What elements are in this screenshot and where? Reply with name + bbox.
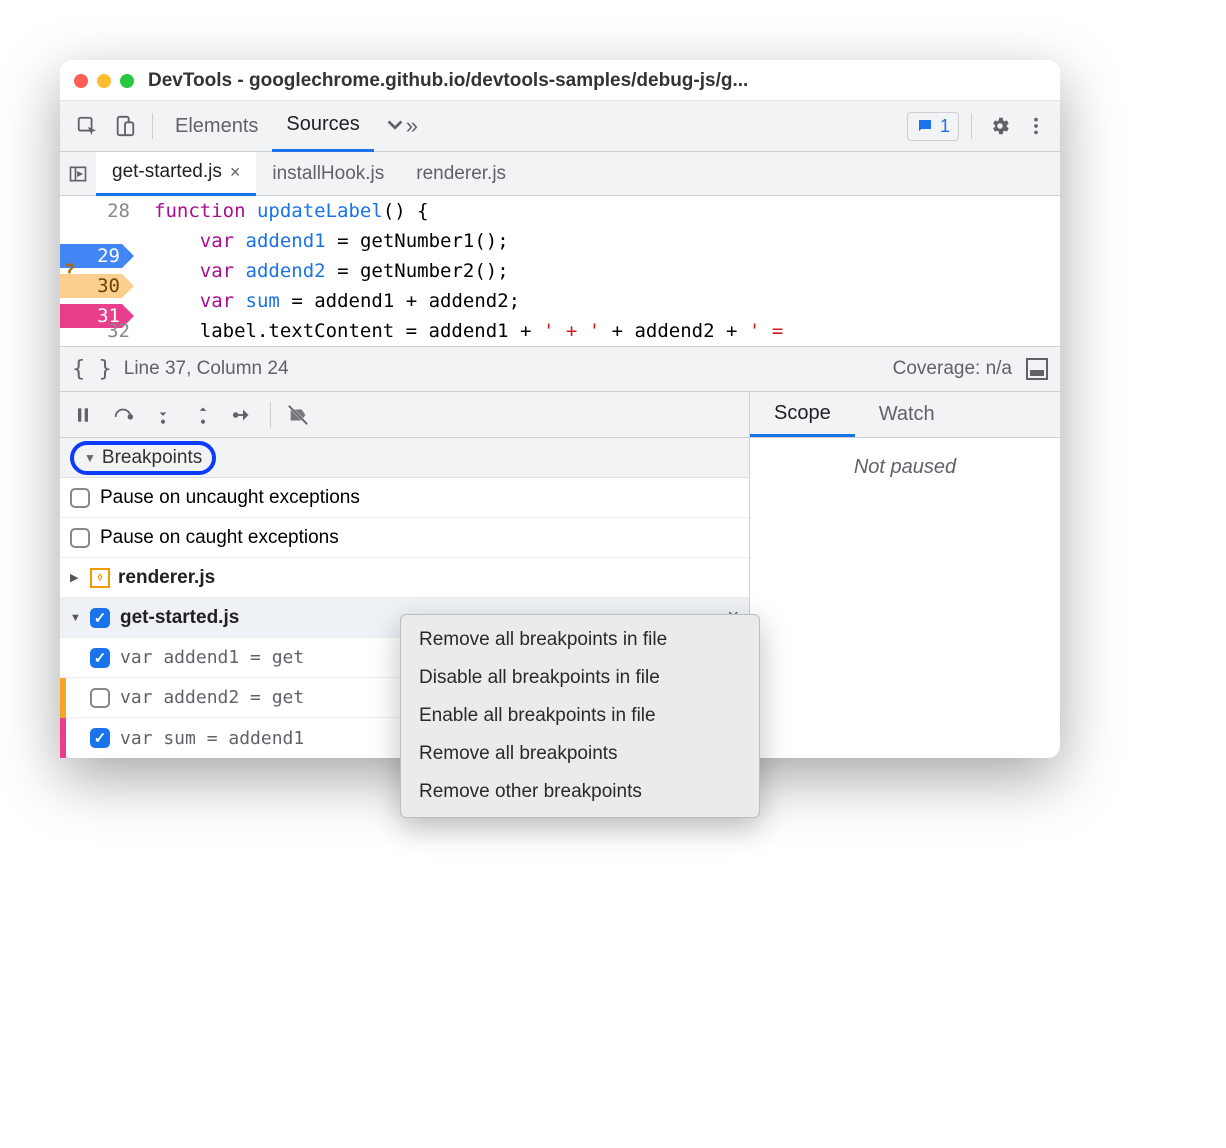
file-tab-label: renderer.js: [416, 163, 506, 185]
file-tab-renderer[interactable]: renderer.js: [400, 152, 522, 196]
cursor-position: Line 37, Column 24: [124, 358, 289, 380]
checkbox[interactable]: [90, 688, 110, 708]
close-tab-icon[interactable]: ×: [230, 162, 241, 183]
debugger-right-panel: Scope Watch Not paused: [750, 392, 1060, 758]
coverage-toggle-icon[interactable]: [1026, 358, 1048, 380]
step-into-icon[interactable]: [144, 396, 182, 434]
checkbox[interactable]: [90, 608, 110, 628]
toolbar-divider: [270, 402, 271, 428]
minimize-window-button[interactable]: [97, 74, 111, 88]
tab-scope[interactable]: Scope: [750, 392, 855, 437]
pause-uncaught-row[interactable]: Pause on uncaught exceptions: [60, 478, 749, 518]
deactivate-breakpoints-icon[interactable]: [279, 396, 317, 434]
debugger-left-panel: ▼ Breakpoints Pause on uncaught exceptio…: [60, 392, 750, 758]
code-editor[interactable]: 28 function updateLabel() { 29 var adden…: [60, 196, 1060, 346]
window-title: DevTools - googlechrome.github.io/devtoo…: [148, 70, 748, 92]
breakpoint-code-snippet: var sum = addend1: [120, 728, 304, 749]
ctx-remove-all[interactable]: Remove all breakpoints: [401, 735, 759, 773]
pause-uncaught-label: Pause on uncaught exceptions: [100, 487, 360, 509]
chevron-down-icon: ▼: [84, 451, 96, 465]
breakpoints-title: Breakpoints: [102, 447, 202, 469]
zoom-window-button[interactable]: [120, 74, 134, 88]
devtools-window: DevTools - googlechrome.github.io/devtoo…: [60, 60, 1060, 758]
step-icon[interactable]: [224, 396, 262, 434]
pretty-print-icon[interactable]: { }: [72, 357, 112, 382]
code-line: var addend1 = getNumber1();: [144, 226, 509, 256]
breakpoint-file-row[interactable]: ▶ ⬨ renderer.js: [60, 558, 749, 598]
not-paused-message: Not paused: [750, 438, 1060, 497]
device-toggle-icon[interactable]: [110, 111, 140, 141]
breakpoint-file-name: renderer.js: [118, 567, 215, 589]
titlebar: DevTools - googlechrome.github.io/devtoo…: [60, 60, 1060, 100]
close-window-button[interactable]: [74, 74, 88, 88]
code-line: label.textContent = addend1 + ' + ' + ad…: [144, 316, 783, 346]
editor-statusbar: { } Line 37, Column 24 Coverage: n/a: [60, 346, 1060, 392]
main-toolbar: Elements Sources » 1: [60, 100, 1060, 152]
breakpoints-highlight: ▼ Breakpoints: [70, 441, 216, 475]
checkbox[interactable]: [90, 648, 110, 668]
breakpoints-section-header[interactable]: ▼ Breakpoints: [60, 438, 749, 478]
more-tabs-button[interactable]: »: [374, 100, 428, 152]
pause-caught-row[interactable]: Pause on caught exceptions: [60, 518, 749, 558]
file-tab-installhook[interactable]: installHook.js: [256, 152, 400, 196]
settings-icon[interactable]: [984, 110, 1016, 142]
code-line: var addend2 = getNumber2();: [144, 256, 509, 286]
feedback-count: 1: [940, 116, 950, 137]
breakpoints-context-menu: Remove all breakpoints in file Disable a…: [400, 614, 760, 818]
line-number[interactable]: 32: [107, 316, 130, 346]
file-tab-get-started[interactable]: get-started.js ×: [96, 152, 256, 196]
checkbox[interactable]: [70, 528, 90, 548]
breakpoint-color-marker: [60, 718, 66, 758]
file-tab-label: get-started.js: [112, 161, 222, 183]
ctx-disable-all-file[interactable]: Disable all breakpoints in file: [401, 659, 759, 697]
traffic-lights: [74, 74, 134, 88]
right-panel-tabs: Scope Watch: [750, 392, 1060, 438]
code-line: var sum = addend1 + addend2;: [144, 286, 520, 316]
tab-watch[interactable]: Watch: [855, 392, 959, 437]
coverage-label: Coverage: n/a: [893, 358, 1012, 380]
ctx-remove-all-file[interactable]: Remove all breakpoints in file: [401, 621, 759, 659]
feedback-button[interactable]: 1: [907, 112, 959, 141]
checkbox[interactable]: [70, 488, 90, 508]
js-file-icon: ⬨: [90, 568, 110, 588]
tab-sources[interactable]: Sources: [272, 100, 373, 152]
breakpoint-file-name: get-started.js: [120, 607, 239, 629]
file-tab-bar: get-started.js × installHook.js renderer…: [60, 152, 1060, 196]
breakpoint-color-marker: [60, 678, 66, 718]
tab-elements[interactable]: Elements: [161, 100, 272, 152]
breakpoint-code-snippet: var addend2 = get: [120, 687, 304, 708]
pause-icon[interactable]: [64, 396, 102, 434]
step-over-icon[interactable]: [104, 396, 142, 434]
chevron-right-icon: ▶: [70, 571, 86, 584]
checkbox[interactable]: [90, 728, 110, 748]
breakpoint-color-marker: [78, 638, 84, 678]
kebab-menu-icon[interactable]: [1020, 110, 1052, 142]
toolbar-divider: [152, 113, 153, 139]
ctx-remove-other[interactable]: Remove other breakpoints: [401, 773, 759, 811]
pause-caught-label: Pause on caught exceptions: [100, 527, 339, 549]
line-number[interactable]: 28: [107, 196, 130, 226]
code-line: function updateLabel() {: [144, 196, 429, 226]
navigator-toggle-icon[interactable]: [60, 164, 96, 184]
inspect-element-icon[interactable]: [72, 111, 102, 141]
step-out-icon[interactable]: [184, 396, 222, 434]
debugger-panels: ▼ Breakpoints Pause on uncaught exceptio…: [60, 392, 1060, 758]
breakpoint-code-snippet: var addend1 = get: [120, 647, 304, 668]
debugger-toolbar: [60, 392, 749, 438]
toolbar-divider: [971, 113, 972, 139]
chevron-down-icon: ▼: [70, 612, 86, 624]
file-tab-label: installHook.js: [272, 163, 384, 185]
ctx-enable-all-file[interactable]: Enable all breakpoints in file: [401, 697, 759, 735]
